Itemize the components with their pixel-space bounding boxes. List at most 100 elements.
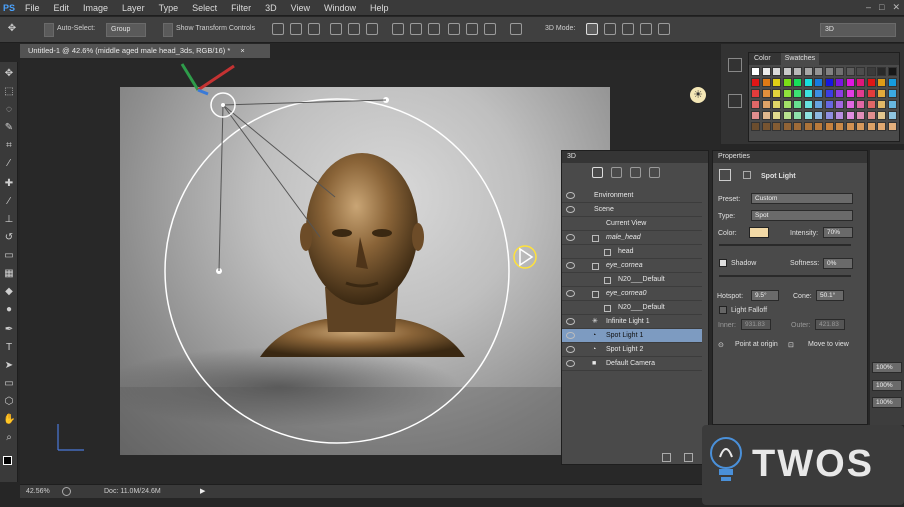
- swatch-side-icon[interactable]: [728, 58, 742, 72]
- softness-field[interactable]: 0%: [823, 258, 853, 269]
- swatch-cell[interactable]: [877, 111, 886, 120]
- drag-3d-icon[interactable]: [622, 23, 634, 35]
- move-to-view-icon[interactable]: ⊡: [788, 341, 794, 349]
- infinite-light-icon[interactable]: ☀: [690, 87, 706, 103]
- intensity-slider[interactable]: [719, 244, 851, 246]
- visibility-eye-icon[interactable]: [566, 290, 575, 297]
- swatch-cell[interactable]: [866, 89, 876, 98]
- move-icon[interactable]: ✥: [3, 68, 15, 80]
- scene-tree-row[interactable]: Environment: [562, 189, 702, 203]
- canvas[interactable]: [120, 87, 610, 455]
- swatch-cell[interactable]: [835, 67, 844, 76]
- menu-file[interactable]: File: [18, 3, 47, 13]
- menu-select[interactable]: Select: [185, 3, 224, 13]
- swatch-cell[interactable]: [845, 67, 855, 76]
- hotspot-field[interactable]: 9.5°: [751, 290, 779, 301]
- zoom-icon[interactable]: ⌕: [3, 432, 15, 444]
- swatch-cell[interactable]: [782, 78, 792, 87]
- swatch-cell[interactable]: [887, 67, 897, 76]
- menu-edit[interactable]: Edit: [47, 3, 77, 13]
- swatch-cell[interactable]: [803, 111, 813, 120]
- align-left-icon[interactable]: [330, 23, 342, 35]
- close-icon[interactable]: ✕: [892, 2, 900, 13]
- align-middle-icon[interactable]: [290, 23, 302, 35]
- menu-view[interactable]: View: [284, 3, 317, 13]
- scene-tree-row[interactable]: N20___Default: [562, 301, 702, 315]
- intensity-field[interactable]: 70%: [823, 227, 853, 238]
- swatch-cell[interactable]: [877, 78, 886, 87]
- swatch-cell[interactable]: [856, 67, 865, 76]
- light-falloff-checkbox[interactable]: [719, 306, 727, 314]
- visibility-eye-icon[interactable]: [566, 206, 575, 213]
- swatch-cell[interactable]: [835, 89, 844, 98]
- swatch-cell[interactable]: [782, 100, 792, 109]
- healing-icon[interactable]: ✚: [3, 178, 15, 190]
- scene-tree-row[interactable]: ■ Default Camera: [562, 357, 702, 371]
- swatch-cell[interactable]: [856, 111, 865, 120]
- swatch-cell[interactable]: [814, 111, 823, 120]
- swatch-cell[interactable]: [824, 122, 834, 131]
- crop-icon[interactable]: ⌗: [3, 140, 15, 152]
- swatch-cell[interactable]: [866, 67, 876, 76]
- menu-filter[interactable]: Filter: [224, 3, 258, 13]
- menu-window[interactable]: Window: [317, 3, 363, 13]
- hand-icon[interactable]: ✋: [3, 414, 15, 426]
- status-menu-arrow-icon[interactable]: ▶: [200, 487, 205, 495]
- align-top-icon[interactable]: [272, 23, 284, 35]
- zoom-options-icon[interactable]: [62, 487, 71, 496]
- swatch-cell[interactable]: [856, 122, 865, 131]
- swatch-cell[interactable]: [877, 67, 886, 76]
- swatch-cell[interactable]: [761, 111, 771, 120]
- visibility-eye-icon[interactable]: [566, 360, 575, 367]
- lasso-icon[interactable]: ◌: [3, 104, 15, 116]
- swatch-cell[interactable]: [845, 89, 855, 98]
- swatch-cell[interactable]: [772, 122, 781, 131]
- swatch-cell[interactable]: [751, 122, 760, 131]
- visibility-eye-icon[interactable]: [566, 346, 575, 353]
- swatch-cell[interactable]: [856, 89, 865, 98]
- distribute-center-icon[interactable]: [466, 23, 478, 35]
- point-at-origin-label[interactable]: Point at origin: [735, 341, 778, 348]
- quick-select-icon[interactable]: ✎: [3, 122, 15, 134]
- swatch-cell[interactable]: [824, 100, 834, 109]
- swatch-cell[interactable]: [793, 122, 802, 131]
- blur-icon[interactable]: ◆: [3, 286, 15, 298]
- swatch-cell[interactable]: [803, 89, 813, 98]
- distribute-middle-icon[interactable]: [410, 23, 422, 35]
- point-origin-icon[interactable]: ⊙: [718, 341, 724, 349]
- menu-help[interactable]: Help: [363, 3, 396, 13]
- swatch-cell[interactable]: [772, 78, 781, 87]
- swatch-cell[interactable]: [803, 122, 813, 131]
- brush-icon[interactable]: ∕: [3, 196, 15, 208]
- swatch-cell[interactable]: [866, 100, 876, 109]
- third-percent-field[interactable]: 100%: [872, 397, 902, 408]
- scene-tree-row[interactable]: Current View: [562, 217, 702, 231]
- swatch-cell[interactable]: [793, 111, 802, 120]
- swatch-cell[interactable]: [761, 89, 771, 98]
- swatch-cell[interactable]: [845, 111, 855, 120]
- scene-tree-row[interactable]: N20___Default: [562, 273, 702, 287]
- history-brush-icon[interactable]: ↺: [3, 232, 15, 244]
- pen-icon[interactable]: ✒: [3, 324, 15, 336]
- eraser-icon[interactable]: ▭: [3, 250, 15, 262]
- swatch-cell[interactable]: [856, 100, 865, 109]
- swatch-cell[interactable]: [877, 100, 886, 109]
- opacity-field[interactable]: 100%: [872, 362, 902, 373]
- fill-field[interactable]: 100%: [872, 380, 902, 391]
- swatch-cell[interactable]: [866, 111, 876, 120]
- type-icon[interactable]: T: [3, 342, 15, 354]
- scene-tree-row[interactable]: eye_cornea0: [562, 287, 702, 301]
- menu-3d[interactable]: 3D: [258, 3, 284, 13]
- swatch-cell[interactable]: [751, 100, 760, 109]
- swatch-cell[interactable]: [887, 111, 897, 120]
- swatch-cell[interactable]: [845, 122, 855, 131]
- stamp-icon[interactable]: ⊥: [3, 214, 15, 226]
- swatches-tab[interactable]: Swatches: [780, 53, 820, 65]
- roll-3d-icon[interactable]: [604, 23, 616, 35]
- adjustments-icon[interactable]: [728, 94, 742, 108]
- distribute-right-icon[interactable]: [484, 23, 496, 35]
- swatch-cell[interactable]: [772, 89, 781, 98]
- lights-icon[interactable]: [649, 167, 660, 178]
- swatch-cell[interactable]: [866, 122, 876, 131]
- align-bottom-icon[interactable]: [308, 23, 320, 35]
